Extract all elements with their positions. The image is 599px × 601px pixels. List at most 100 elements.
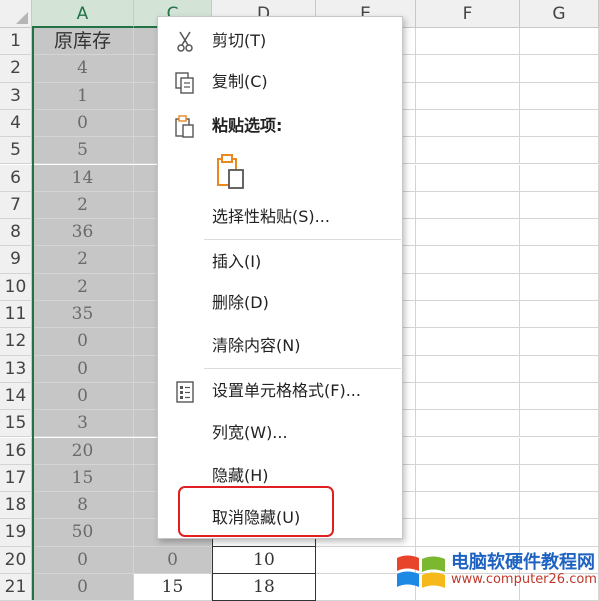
cell-a17[interactable]: 15 — [32, 464, 134, 493]
cell-g2[interactable] — [520, 55, 599, 83]
cell-g14[interactable] — [520, 382, 599, 411]
row-header-11[interactable]: 11 — [0, 301, 32, 329]
cell-f18[interactable] — [416, 492, 520, 520]
cell-a14[interactable]: 0 — [32, 382, 134, 411]
cell-g4[interactable] — [520, 109, 599, 138]
row-header-19[interactable]: 19 — [0, 519, 32, 547]
cell-f1[interactable] — [416, 28, 520, 56]
cell-g11[interactable] — [520, 301, 599, 329]
cell-g12[interactable] — [520, 328, 599, 356]
col-header-f[interactable]: F — [416, 0, 520, 28]
cell-g18[interactable] — [520, 492, 599, 520]
cell-a11[interactable]: 35 — [32, 301, 134, 329]
menu-item-insert[interactable]: 插入(I) — [158, 243, 402, 281]
cell-a6[interactable]: 14 — [32, 164, 134, 192]
row-header-5[interactable]: 5 — [0, 137, 32, 165]
cell-f7[interactable] — [416, 191, 520, 220]
row-header-8[interactable]: 8 — [0, 219, 32, 247]
cell-a2[interactable]: 4 — [32, 55, 134, 83]
cell-a21[interactable]: 0 — [32, 574, 134, 601]
cell-g16[interactable] — [520, 437, 599, 465]
row-header-12[interactable]: 12 — [0, 328, 32, 356]
cell-f11[interactable] — [416, 301, 520, 329]
row-header-6[interactable]: 6 — [0, 164, 32, 192]
cell-a7[interactable]: 2 — [32, 191, 134, 220]
cell-g15[interactable] — [520, 410, 599, 438]
cell-c21[interactable]: 15 — [134, 574, 212, 601]
cell-a5[interactable]: 5 — [32, 137, 134, 165]
cell-f14[interactable] — [416, 382, 520, 411]
cell-c20[interactable]: 0 — [134, 546, 212, 574]
col-header-a[interactable]: A — [32, 0, 134, 28]
row-header-18[interactable]: 18 — [0, 492, 32, 520]
cell-g7[interactable] — [520, 191, 599, 220]
cell-f17[interactable] — [416, 464, 520, 493]
cell-f16[interactable] — [416, 437, 520, 465]
col-header-g[interactable]: G — [520, 0, 599, 28]
cell-f10[interactable] — [416, 273, 520, 301]
watermark-url: www.computer26.com — [451, 572, 597, 587]
cell-g8[interactable] — [520, 219, 599, 247]
cell-a8[interactable]: 36 — [32, 219, 134, 247]
cell-f15[interactable] — [416, 410, 520, 438]
cell-f9[interactable] — [416, 246, 520, 274]
cell-d21[interactable]: 18 — [212, 574, 316, 601]
cell-g5[interactable] — [520, 137, 599, 165]
cell-f8[interactable] — [416, 219, 520, 247]
cell-f3[interactable] — [416, 82, 520, 110]
row-header-20[interactable]: 20 — [0, 546, 32, 574]
cell-f12[interactable] — [416, 328, 520, 356]
cell-g10[interactable] — [520, 273, 599, 301]
cell-g3[interactable] — [520, 82, 599, 110]
cell-f5[interactable] — [416, 137, 520, 165]
row-header-4[interactable]: 4 — [0, 109, 32, 138]
cell-f19[interactable] — [416, 519, 520, 547]
menu-item-cut[interactable]: 剪切(T) — [158, 22, 402, 60]
row-header-10[interactable]: 10 — [0, 273, 32, 301]
cell-f4[interactable] — [416, 109, 520, 138]
menu-item-copy[interactable]: 复制(C) — [158, 63, 402, 101]
cell-d20[interactable]: 10 — [212, 546, 316, 574]
cell-f2[interactable] — [416, 55, 520, 83]
cell-a9[interactable]: 2 — [32, 246, 134, 274]
menu-item-column-width[interactable]: 列宽(W)... — [158, 414, 402, 452]
row-header-15[interactable]: 15 — [0, 410, 32, 438]
row-header-9[interactable]: 9 — [0, 246, 32, 274]
row-header-21[interactable]: 21 — [0, 574, 32, 601]
cell-a13[interactable]: 0 — [32, 355, 134, 383]
cell-f6[interactable] — [416, 164, 520, 192]
format-cells-icon — [176, 381, 194, 403]
row-header-7[interactable]: 7 — [0, 191, 32, 220]
cell-a19[interactable]: 50 — [32, 519, 134, 547]
menu-item-delete[interactable]: 删除(D) — [158, 284, 402, 322]
row-header-13[interactable]: 13 — [0, 355, 32, 383]
cell-g17[interactable] — [520, 464, 599, 493]
menu-label-insert: 插入(I) — [212, 252, 262, 271]
cell-a4[interactable]: 0 — [32, 109, 134, 138]
cell-a20[interactable]: 0 — [32, 546, 134, 574]
cell-a3[interactable]: 1 — [32, 82, 134, 110]
cell-g13[interactable] — [520, 355, 599, 383]
cell-a18[interactable]: 8 — [32, 492, 134, 520]
row-header-1[interactable]: 1 — [0, 28, 32, 56]
cell-a10[interactable]: 2 — [32, 273, 134, 301]
cell-g9[interactable] — [520, 246, 599, 274]
row-header-14[interactable]: 14 — [0, 382, 32, 411]
paste-button[interactable] — [208, 149, 268, 195]
cell-a16[interactable]: 20 — [32, 437, 134, 465]
cell-g6[interactable] — [520, 164, 599, 192]
row-header-16[interactable]: 16 — [0, 437, 32, 465]
row-header-2[interactable]: 2 — [0, 55, 32, 83]
row-header-17[interactable]: 17 — [0, 464, 32, 493]
menu-item-format-cells[interactable]: 设置单元格格式(F)... — [158, 372, 402, 410]
cell-f13[interactable] — [416, 355, 520, 383]
cell-g1[interactable] — [520, 28, 599, 56]
select-all-corner[interactable] — [0, 0, 32, 28]
row-header-3[interactable]: 3 — [0, 82, 32, 110]
menu-item-clear-contents[interactable]: 清除内容(N) — [158, 327, 402, 365]
menu-item-paste-special[interactable]: 选择性粘贴(S)... — [158, 198, 402, 236]
cell-g19[interactable] — [520, 519, 599, 547]
cell-a1[interactable]: 原库存 — [32, 28, 134, 56]
cell-a12[interactable]: 0 — [32, 328, 134, 356]
cell-a15[interactable]: 3 — [32, 410, 134, 438]
